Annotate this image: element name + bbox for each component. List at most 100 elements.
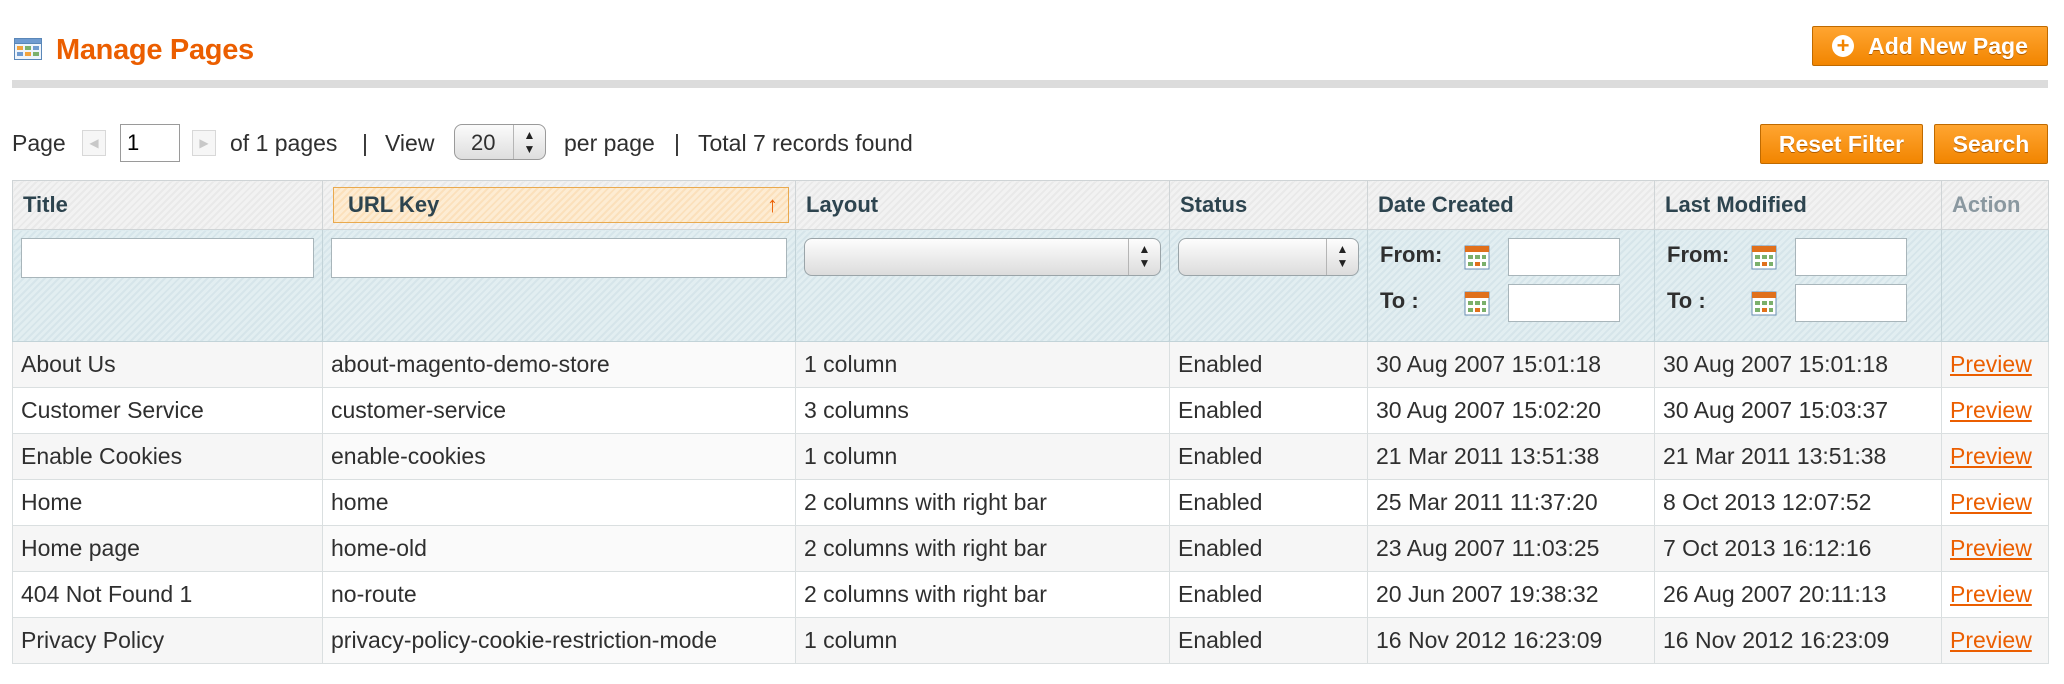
calendar-icon[interactable]: [1751, 244, 1777, 270]
cell-action: Preview: [1941, 341, 2049, 388]
select-arrows-icon: ▲ ▼: [1326, 239, 1358, 275]
cell-title: Home page: [12, 525, 323, 572]
table-row[interactable]: Enable Cookies enable-cookies 1 column E…: [12, 433, 2049, 480]
title-filter-input[interactable]: [21, 238, 314, 278]
last-modified-from-label: From:: [1667, 242, 1730, 267]
cell-url-key: enable-cookies: [322, 433, 796, 480]
cell-status: Enabled: [1169, 387, 1368, 434]
url-key-header-label: URL Key: [348, 192, 440, 217]
per-page-value: 20: [471, 130, 496, 155]
preview-link[interactable]: Preview: [1950, 627, 2032, 653]
preview-link[interactable]: Preview: [1950, 397, 2032, 423]
cell-action: Preview: [1941, 479, 2049, 526]
preview-link[interactable]: Preview: [1950, 581, 2032, 607]
reset-filter-button[interactable]: Reset Filter: [1760, 124, 1923, 164]
previous-page-icon[interactable]: ◀: [82, 130, 106, 156]
cell-title: Enable Cookies: [12, 433, 323, 480]
cell-last-modified: 16 Nov 2012 16:23:09: [1654, 617, 1942, 664]
cell-title: Customer Service: [12, 387, 323, 434]
of-pages-text: of 1 pages: [230, 130, 338, 156]
table-row[interactable]: 404 Not Found 1 no-route 2 columns with …: [12, 571, 2049, 618]
pages-grid: Title URL Key ↑ Layout Status Date Creat…: [12, 180, 2049, 664]
column-header-date-created[interactable]: Date Created: [1367, 180, 1655, 230]
column-header-action: Action: [1941, 180, 2049, 230]
table-row[interactable]: Home home 2 columns with right bar Enabl…: [12, 479, 2049, 526]
cell-last-modified: 8 Oct 2013 12:07:52: [1654, 479, 1942, 526]
preview-link[interactable]: Preview: [1950, 443, 2032, 469]
calendar-icon[interactable]: [1464, 290, 1490, 316]
column-header-url-key[interactable]: URL Key ↑: [322, 180, 796, 230]
cell-layout: 2 columns with right bar: [795, 479, 1170, 526]
per-page-select[interactable]: 20 ▲ ▼: [454, 124, 546, 160]
table-row[interactable]: About Us about-magento-demo-store 1 colu…: [12, 341, 2049, 388]
preview-link[interactable]: Preview: [1950, 489, 2032, 515]
cell-status: Enabled: [1169, 433, 1368, 480]
page-title: Manage Pages: [56, 34, 254, 66]
cell-status: Enabled: [1169, 341, 1368, 388]
cell-last-modified: 26 Aug 2007 20:11:13: [1654, 571, 1942, 618]
cell-action: Preview: [1941, 617, 2049, 664]
manage-pages-screen: Manage Pages + Add New Page Page ◀ ▶ of …: [0, 0, 2064, 684]
cell-action: Preview: [1941, 525, 2049, 572]
table-row[interactable]: Home page home-old 2 columns with right …: [12, 525, 2049, 572]
cell-url-key: privacy-policy-cookie-restriction-mode: [322, 617, 796, 664]
cell-url-key: customer-service: [322, 387, 796, 434]
cell-date-created: 23 Aug 2007 11:03:25: [1367, 525, 1655, 572]
title-divider: [12, 80, 2048, 88]
url-key-filter-input[interactable]: [331, 238, 787, 278]
preview-link[interactable]: Preview: [1950, 535, 2032, 561]
column-header-last-modified[interactable]: Last Modified: [1654, 180, 1942, 230]
column-header-status[interactable]: Status: [1169, 180, 1368, 230]
cell-layout: 1 column: [795, 617, 1170, 664]
column-header-title[interactable]: Title: [12, 180, 323, 230]
last-modified-to-input[interactable]: [1795, 284, 1907, 322]
cell-layout: 3 columns: [795, 387, 1170, 434]
grid-header-row: Title URL Key ↑ Layout Status Date Creat…: [12, 180, 2049, 230]
calendar-icon[interactable]: [1751, 290, 1777, 316]
cell-status: Enabled: [1169, 571, 1368, 618]
pager-separator: |: [362, 130, 368, 156]
select-arrows-icon: ▲ ▼: [1128, 239, 1160, 275]
cell-layout: 2 columns with right bar: [795, 525, 1170, 572]
page-number-input[interactable]: [120, 124, 180, 162]
cell-layout: 1 column: [795, 341, 1170, 388]
cell-status: Enabled: [1169, 479, 1368, 526]
cell-action: Preview: [1941, 387, 2049, 434]
date-created-range: From: To :: [1376, 238, 1646, 338]
cell-title: Privacy Policy: [12, 617, 323, 664]
per-page-label: per page: [564, 130, 655, 156]
cell-url-key: home: [322, 479, 796, 526]
status-filter-select[interactable]: ▲ ▼: [1178, 238, 1359, 276]
layout-filter-select[interactable]: ▲ ▼: [804, 238, 1161, 276]
last-modified-from-input[interactable]: [1795, 238, 1907, 276]
next-page-icon[interactable]: ▶: [192, 130, 216, 156]
cell-date-created: 30 Aug 2007 15:02:20: [1367, 387, 1655, 434]
table-row[interactable]: Customer Service customer-service 3 colu…: [12, 387, 2049, 434]
cell-last-modified: 7 Oct 2013 16:12:16: [1654, 525, 1942, 572]
last-modified-to-label: To :: [1667, 288, 1706, 313]
select-arrows-icon: ▲ ▼: [513, 125, 545, 159]
cell-layout: 1 column: [795, 433, 1170, 480]
cell-last-modified: 30 Aug 2007 15:03:37: [1654, 387, 1942, 434]
page-header: Manage Pages: [12, 22, 2048, 88]
date-created-to-input[interactable]: [1508, 284, 1620, 322]
calendar-icon[interactable]: [1464, 244, 1490, 270]
cell-url-key: about-magento-demo-store: [322, 341, 796, 388]
cell-status: Enabled: [1169, 525, 1368, 572]
column-header-layout[interactable]: Layout: [795, 180, 1170, 230]
preview-link[interactable]: Preview: [1950, 351, 2032, 377]
plus-circle-icon: +: [1832, 35, 1855, 57]
last-modified-range: From: To :: [1663, 238, 1933, 338]
cell-url-key: home-old: [322, 525, 796, 572]
view-label: View: [385, 130, 435, 156]
total-records-text: Total 7 records found: [698, 130, 913, 156]
cell-layout: 2 columns with right bar: [795, 571, 1170, 618]
table-row[interactable]: Privacy Policy privacy-policy-cookie-res…: [12, 617, 2049, 664]
search-button[interactable]: Search: [1934, 124, 2048, 164]
cell-date-created: 21 Mar 2011 13:51:38: [1367, 433, 1655, 480]
add-new-page-button[interactable]: + Add New Page: [1812, 26, 2048, 66]
sort-ascending-icon: ↑: [767, 192, 778, 217]
cell-date-created: 30 Aug 2007 15:01:18: [1367, 341, 1655, 388]
date-created-from-input[interactable]: [1508, 238, 1620, 276]
add-new-page-label: Add New Page: [1868, 32, 2028, 59]
